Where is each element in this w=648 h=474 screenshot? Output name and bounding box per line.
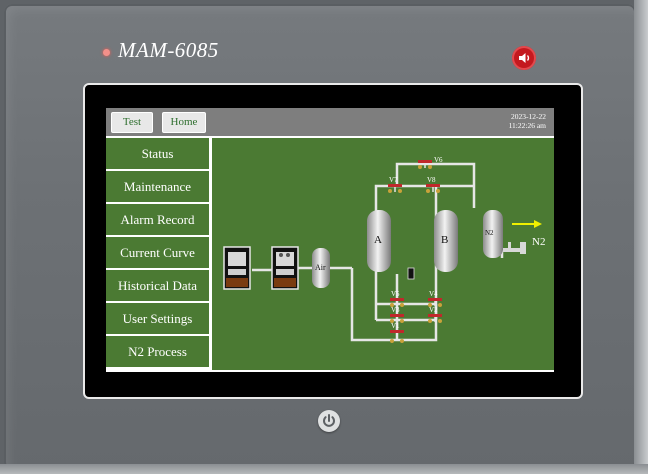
top-bar: Test Home 2023-12-22 11:22:26 am [106,108,554,136]
device-brand: MAM-6085 [118,38,219,62]
valve-v6-label: V6 [434,156,443,164]
adsorption-tower-a: A [367,210,391,272]
menu-item-status[interactable]: Status [106,138,209,171]
valve-v8-label: V8 [427,176,436,184]
valve-v7-label: V7 [389,176,398,184]
menu-item-maintenance[interactable]: Maintenance [106,171,209,204]
power-icon [323,414,335,427]
valve-v4-label: V4 [429,290,438,298]
power-led-icon [103,49,110,56]
process-diagram-svg: Air A B N2 N2 V1 V2 V3 V4 V5 V6 V7 V8 [223,156,545,343]
valve-v8[interactable]: V8 [426,176,440,193]
n2-buffer-tank: N2 [483,210,503,258]
menu-item-historical-data[interactable]: Historical Data [106,270,209,303]
dryer-unit-2 [271,246,299,290]
n2-outlet-label: N2 [532,236,545,248]
valve-v6[interactable]: V6 [418,156,443,169]
sound-button[interactable] [512,46,536,70]
valve-v2-label: V2 [429,306,438,314]
valve-v1-label: V1 [391,322,400,330]
air-tank-label: Air [315,263,326,272]
datetime-display: 2023-12-22 11:22:26 am [509,112,546,130]
sensor-indicator-icon [407,267,415,280]
housing-bottom-edge [0,464,648,474]
n2-outlet: N2 [503,236,545,254]
housing-right-edge [634,0,648,474]
date-text: 2023-12-22 [511,112,546,121]
hmi-screen: Test Home 2023-12-22 11:22:26 am Status … [106,108,554,372]
valve-v5[interactable]: V5 [390,290,404,307]
menu-item-user-settings[interactable]: User Settings [106,303,209,336]
test-button[interactable]: Test [111,112,153,133]
speaker-mute-icon [519,53,530,63]
adsorption-tower-b: B [434,210,458,272]
n2-tank-label: N2 [485,229,494,237]
air-tank: Air [312,248,330,288]
home-button[interactable]: Home [162,112,206,133]
menu-item-n2-process[interactable]: N2 Process [106,336,209,369]
process-diagram: Air A B N2 N2 V1 V2 V3 V4 V5 V6 V7 V8 [212,138,554,370]
valve-v2[interactable]: V2 [428,306,442,323]
tower-a-label: A [374,234,382,246]
valve-v3[interactable]: V3 [390,306,404,323]
time-text: 11:22:26 am [508,121,546,130]
valve-v5-label: V5 [391,290,400,298]
dryer-unit-1 [223,246,251,290]
valve-v4[interactable]: V4 [428,290,442,307]
valve-v3-label: V3 [391,306,400,314]
flow-arrow-icon [512,220,542,228]
valve-v7[interactable]: V7 [388,176,402,193]
power-button[interactable] [318,410,340,432]
menu-item-alarm-record[interactable]: Alarm Record [106,204,209,237]
tower-b-label: B [441,234,448,246]
menu-item-current-curve[interactable]: Current Curve [106,237,209,270]
